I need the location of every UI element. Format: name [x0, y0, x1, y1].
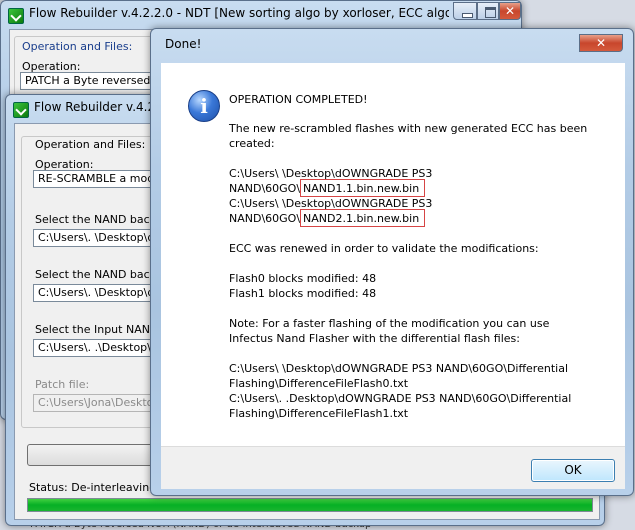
done-dialog: Done! ✕ i OPERATION COMPLETED! The new r… [150, 28, 634, 496]
minimize-button[interactable] [453, 2, 477, 20]
path-2-line-b-prefix: NAND\60GO\ [229, 212, 301, 225]
diff-path-2-b: Flashing\DifferenceFileFlash1.txt [229, 407, 409, 420]
dialog-close-button[interactable]: ✕ [579, 34, 623, 52]
highlight-box-1 [300, 179, 425, 197]
dialog-heading: OPERATION COMPLETED! [229, 93, 368, 106]
close-button[interactable]: ✕ [499, 2, 521, 20]
info-icon: i [188, 90, 220, 122]
diff-path-1-b: Flashing\DifferenceFileFlash0.txt [229, 377, 409, 390]
app-icon [8, 8, 24, 24]
dialog-line-1: The new re-scrambled flashes with new ge… [229, 122, 588, 135]
mid-group-label: Operation and Files: [35, 138, 146, 151]
ok-button[interactable]: OK [531, 459, 615, 482]
app-icon [13, 102, 29, 118]
flash0-blocks: Flash0 blocks modified: 48 [229, 272, 377, 285]
dialog-titlebar[interactable]: Done! ✕ [151, 29, 633, 57]
close-icon: ✕ [595, 36, 607, 50]
dialog-line-2: created: [229, 137, 275, 150]
progress-fill [28, 499, 592, 511]
back-group-label: Operation and Files: [22, 40, 133, 53]
maximize-button[interactable] [477, 2, 499, 20]
note-line-1: Note: For a faster flashing of the modif… [229, 317, 550, 330]
back-window-title: Flow Rebuilder v.4.2.2.0 - NDT [New sort… [29, 6, 449, 20]
flash1-blocks: Flash1 blocks modified: 48 [229, 287, 377, 300]
back-window-titlebar[interactable]: Flow Rebuilder v.4.2.2.0 - NDT [New sort… [1, 1, 521, 29]
dialog-footer: OK [161, 446, 625, 489]
note-line-2: Infectus Nand Flasher with the different… [229, 332, 520, 345]
ecc-line: ECC was renewed in order to validate the… [229, 242, 539, 255]
dialog-title: Done! [165, 37, 202, 51]
highlight-box-2 [300, 209, 425, 227]
patch-file-label: Patch file: [35, 378, 90, 391]
back-operation-select[interactable]: PATCH a Byte reversed NOR [20, 72, 158, 90]
path-1-line-b-prefix: NAND\60GO\ [229, 182, 301, 195]
progress-bar [27, 498, 593, 512]
dialog-content: i OPERATION COMPLETED! The new re-scramb… [161, 63, 625, 446]
close-icon: ✕ [504, 4, 516, 18]
diff-path-2-a: C:\Users\. .Desktop\dOWNGRADE PS3 NAND\6… [229, 392, 572, 405]
diff-path-1-a: C:\Users\ \Desktop\dOWNGRADE PS3 NAND\60… [229, 362, 568, 375]
